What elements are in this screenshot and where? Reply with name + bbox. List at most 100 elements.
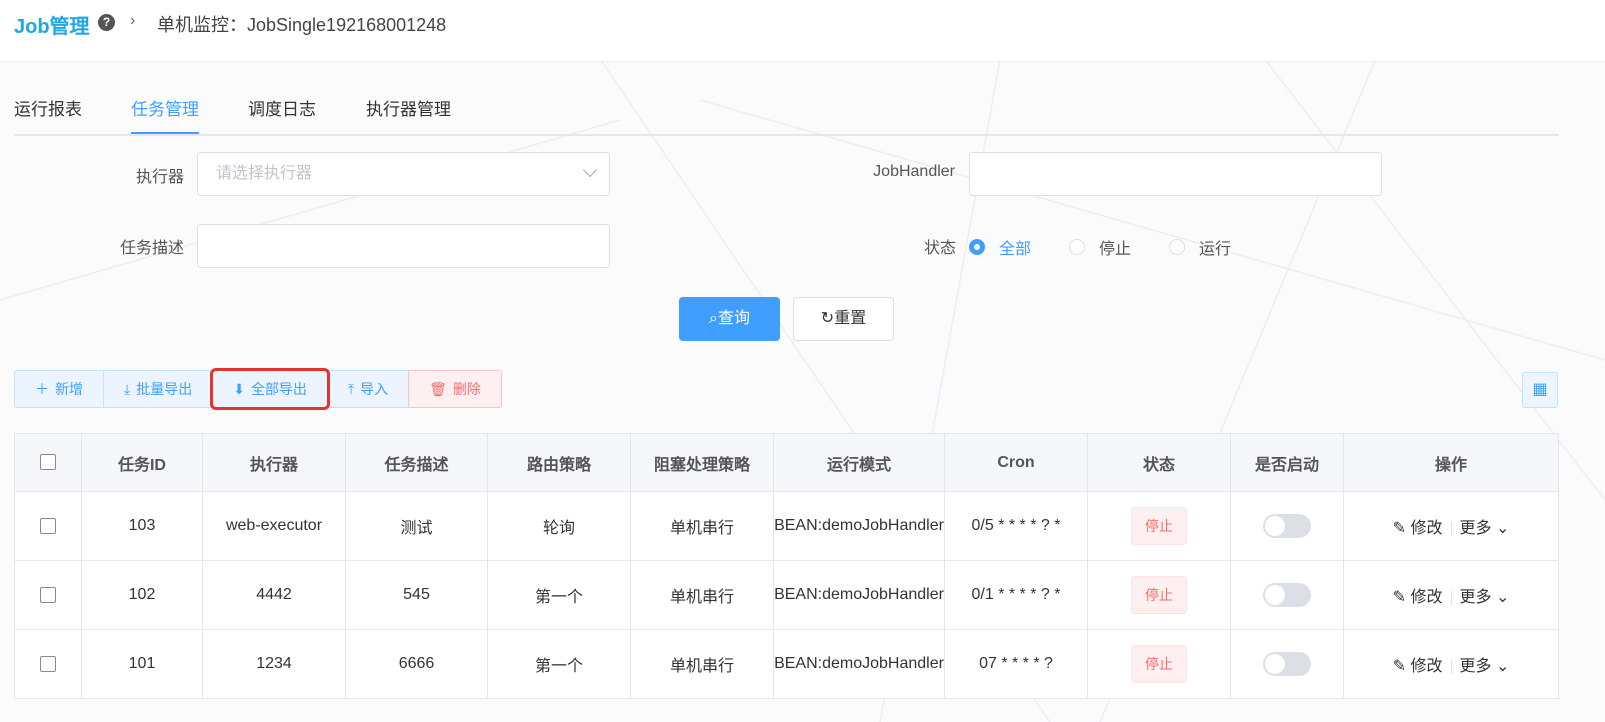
cell-actions: ✎ 修改 更多 ⌄ xyxy=(1343,491,1559,561)
cell-actions: ✎ 修改 更多 ⌄ xyxy=(1343,629,1559,699)
download-solid-icon: ⬇ xyxy=(233,381,245,397)
cell-cron: 0/5 * * * * ? * xyxy=(944,491,1088,561)
cell-desc: 6666 xyxy=(345,629,488,699)
tab-executor-management[interactable]: 执行器管理 xyxy=(366,96,451,134)
export-all-button[interactable]: ⬇ 全部导出 xyxy=(210,368,330,410)
edit-icon: ✎ xyxy=(1392,589,1407,606)
tab-task-management[interactable]: 任务管理 xyxy=(131,96,199,134)
cell-executor: 4442 xyxy=(202,560,346,630)
cell-mode: BEAN:demoJobHandler xyxy=(773,629,945,699)
select-all-cell xyxy=(14,433,82,492)
cell-executor: web-executor xyxy=(202,491,346,561)
col-header-executor: 执行器 xyxy=(202,433,346,492)
row-checkbox[interactable] xyxy=(40,655,56,672)
plus-icon: ＋ xyxy=(35,381,49,397)
enable-toggle[interactable] xyxy=(1263,652,1311,676)
reset-button[interactable]: ↻重置 xyxy=(793,297,894,341)
row-checkbox[interactable] xyxy=(40,586,56,603)
add-button-label: 新增 xyxy=(55,381,83,397)
edit-link[interactable]: ✎ 修改 xyxy=(1393,658,1443,675)
row-select-cell xyxy=(14,491,82,561)
cell-cron: 0/1 * * * * ? * xyxy=(944,560,1088,630)
delete-label: 删除 xyxy=(452,381,481,397)
col-header-status: 状态 xyxy=(1087,433,1231,492)
radio-unchecked-icon xyxy=(1169,239,1185,255)
jobhandler-input[interactable] xyxy=(969,152,1382,196)
chevron-down-icon: ⌄ xyxy=(1495,589,1510,606)
column-settings-button[interactable]: ▦ xyxy=(1522,372,1558,408)
tab-report[interactable]: 运行报表 xyxy=(14,96,82,134)
help-icon[interactable]: ? xyxy=(98,14,115,31)
tab-bar: 运行报表 任务管理 调度日志 执行器管理 xyxy=(14,96,1559,136)
more-dropdown[interactable]: 更多 ⌄ xyxy=(1460,658,1510,675)
cell-status: 停止 xyxy=(1087,629,1231,699)
chevron-down-icon xyxy=(582,162,598,178)
row-checkbox[interactable] xyxy=(40,517,56,534)
add-button[interactable]: ＋ 新增 xyxy=(14,370,104,408)
module-title[interactable]: Job管理 xyxy=(14,10,90,39)
chevron-down-icon: ⌄ xyxy=(1495,520,1510,537)
select-all-checkbox[interactable] xyxy=(40,454,56,471)
upload-icon: ⤒ xyxy=(347,381,355,397)
import-label: 导入 xyxy=(360,381,389,397)
desc-input[interactable] xyxy=(197,224,610,268)
cell-executor: 1234 xyxy=(202,629,346,699)
cell-mode: BEAN:demoJobHandler xyxy=(773,560,945,630)
cell-block: 单机串行 xyxy=(630,560,774,630)
radio-checked-icon xyxy=(969,239,985,255)
cell-id: 102 xyxy=(81,560,203,630)
executor-placeholder: 请选择执行器 xyxy=(216,165,313,182)
cell-id: 103 xyxy=(81,491,203,561)
cell-status: 停止 xyxy=(1087,491,1231,561)
batch-export-button[interactable]: ⤓ 批量导出 xyxy=(103,370,214,408)
desc-label: 任务描述 xyxy=(119,240,184,257)
status-radio-running[interactable]: 运行 xyxy=(1169,235,1231,259)
edit-icon: ✎ xyxy=(1392,520,1407,537)
status-badge: 停止 xyxy=(1131,507,1187,545)
import-button[interactable]: ⤒ 导入 xyxy=(326,370,410,408)
trash-icon: 🗑 xyxy=(429,381,447,397)
col-header-id: 任务ID xyxy=(81,433,203,492)
job-table: 任务ID 执行器 任务描述 路由策略 阻塞处理策略 运行模式 Cron 状态 是… xyxy=(14,433,1559,699)
table-toolbar: ＋ 新增 ⤓ 批量导出 ⬇ 全部导出 ⤒ 导入 🗑 删除 xyxy=(14,368,502,410)
more-dropdown[interactable]: 更多 ⌄ xyxy=(1460,589,1510,606)
edit-label: 修改 xyxy=(1410,658,1443,675)
cell-route: 第一个 xyxy=(487,560,631,630)
export-all-label: 全部导出 xyxy=(250,381,307,397)
cell-route: 轮询 xyxy=(487,491,631,561)
cell-enabled xyxy=(1230,629,1344,699)
table-row: 102 4442 545 第一个 单机串行 BEAN:demoJobHandle… xyxy=(14,560,1559,630)
jobhandler-label: JobHandler xyxy=(873,163,955,180)
enable-toggle[interactable] xyxy=(1263,514,1311,538)
edit-label: 修改 xyxy=(1410,589,1443,606)
cell-id: 101 xyxy=(81,629,203,699)
table-row: 103 web-executor 测试 轮询 单机串行 BEAN:demoJob… xyxy=(14,491,1559,561)
status-radio-all[interactable]: 全部 xyxy=(969,235,1031,259)
cell-status: 停止 xyxy=(1087,560,1231,630)
status-radio-stop[interactable]: 停止 xyxy=(1069,235,1131,259)
executor-label: 执行器 xyxy=(135,169,184,186)
chevron-right-icon: › xyxy=(130,12,136,29)
col-header-cron: Cron xyxy=(944,433,1088,492)
radio-label: 停止 xyxy=(1099,241,1132,258)
chevron-down-icon: ⌄ xyxy=(1495,658,1510,675)
edit-icon: ✎ xyxy=(1392,658,1407,675)
more-dropdown[interactable]: 更多 ⌄ xyxy=(1460,520,1510,537)
cell-actions: ✎ 修改 更多 ⌄ xyxy=(1343,560,1559,630)
delete-button[interactable]: 🗑 删除 xyxy=(408,370,502,408)
page-header: Job管理 ? › 单机监控：JobSingle192168001248 xyxy=(0,0,1605,62)
cell-mode: BEAN:demoJobHandler xyxy=(773,491,945,561)
refresh-icon: ↻ xyxy=(820,310,835,327)
col-header-actions: 操作 xyxy=(1343,433,1559,492)
executor-select[interactable]: 请选择执行器 xyxy=(197,152,610,196)
edit-link[interactable]: ✎ 修改 xyxy=(1393,589,1443,606)
divider xyxy=(1450,521,1452,536)
col-header-route: 路由策略 xyxy=(487,433,631,492)
search-button[interactable]: ⌕查询 xyxy=(679,297,780,341)
download-icon: ⤓ xyxy=(124,381,131,397)
table-row: 101 1234 6666 第一个 单机串行 BEAN:demoJobHandl… xyxy=(14,629,1559,699)
cell-enabled xyxy=(1230,560,1344,630)
edit-link[interactable]: ✎ 修改 xyxy=(1393,520,1443,537)
enable-toggle[interactable] xyxy=(1263,583,1311,607)
tab-schedule-log[interactable]: 调度日志 xyxy=(248,96,316,134)
